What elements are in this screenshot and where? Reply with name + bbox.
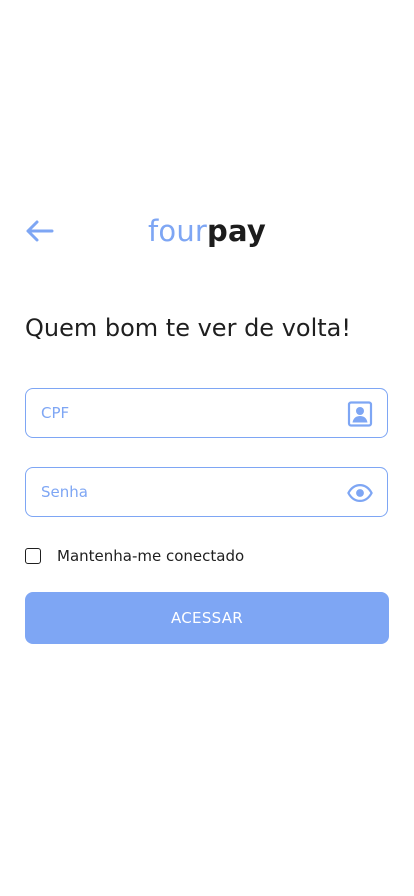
cpf-field[interactable] [25,388,388,438]
password-input[interactable] [41,468,331,516]
logo-text-four: four [147,214,208,248]
remember-me-checkbox[interactable] [25,548,41,564]
app-logo: fourpay [0,212,414,250]
remember-me-label: Mantenha-me conectado [57,547,245,565]
contact-card-icon[interactable] [347,401,373,427]
cpf-input[interactable] [41,389,331,437]
eye-icon[interactable] [347,480,373,506]
submit-button[interactable]: ACESSAR [25,592,389,644]
remember-me[interactable]: Mantenha-me conectado [25,545,244,567]
page-title: Quem bom te ver de volta! [25,314,351,342]
login-screen: fourpay Quem bom te ver de volta! Manten… [0,0,414,896]
logo-text-pay: pay [207,214,266,248]
password-field[interactable] [25,467,388,517]
